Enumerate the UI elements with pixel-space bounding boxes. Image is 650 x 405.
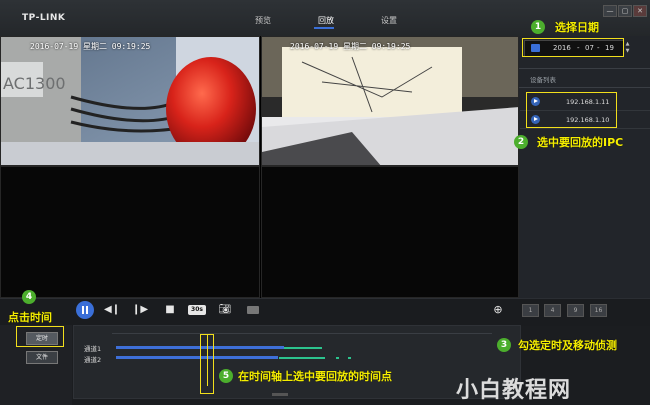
channel-2-motion-mark[interactable] (336, 356, 339, 359)
divider (519, 87, 650, 88)
annotation-5-text: 在时间轴上选中要回放的时间点 (238, 370, 392, 383)
video-cell-3[interactable] (0, 166, 260, 298)
video-cell-2[interactable] (261, 36, 519, 166)
stop-icon[interactable]: ■ (162, 302, 178, 318)
minimize-button[interactable]: — (603, 5, 617, 17)
tab-settings[interactable]: 设置 (381, 15, 397, 26)
channel-1-motion-bar[interactable] (284, 346, 322, 349)
app-logo: TP-LINK (22, 13, 66, 23)
camera-2-image (262, 37, 518, 165)
annotation-1-badge: 1 (531, 20, 545, 34)
video-cell-4[interactable] (261, 166, 519, 298)
channel-1-label: 通道1 (84, 345, 102, 353)
split-1-button[interactable]: 1 (522, 304, 539, 317)
camera-1-image: AC1300 (1, 37, 259, 165)
channel-2-label: 通道2 (84, 356, 102, 364)
timeline-ruler (112, 333, 492, 334)
step-forward-icon[interactable]: ❙▶ (132, 302, 148, 318)
tab-playback[interactable]: 回放 (318, 15, 334, 26)
split-9-button[interactable]: 9 (567, 304, 584, 317)
timeline-scroll-handle[interactable] (272, 393, 288, 396)
camera-snapshot-icon[interactable]: 📷︎ (217, 302, 233, 318)
annotation-1-text: 选择日期 (555, 21, 599, 34)
split-4-button[interactable]: 4 (544, 304, 561, 317)
device-highlight-box (526, 92, 617, 128)
annotation-2-text: 选中要回放的IPC (537, 136, 624, 149)
annotation-3-text: 勾选定时及移动侦测 (518, 339, 617, 352)
date-highlight-box (522, 38, 624, 57)
annotation-4-text: 点击时间 (8, 311, 52, 324)
svg-text:AC1300: AC1300 (3, 74, 66, 93)
annotation-5-badge: 5 (219, 369, 233, 383)
watermark-text: 小白教程网 (456, 378, 572, 403)
folder-icon[interactable] (247, 306, 259, 314)
file-button[interactable]: 文件 (26, 351, 58, 364)
zoom-in-icon[interactable]: ⊕ (490, 302, 506, 318)
pause-button[interactable] (76, 301, 94, 319)
tab-preview[interactable]: 预览 (255, 15, 271, 26)
annotation-3-badge: 3 (497, 338, 511, 352)
timed-highlight-box (16, 326, 64, 347)
divider (519, 68, 650, 69)
timeline-panel[interactable] (73, 325, 521, 399)
cell-2-timestamp: 2016-07-19 星期二 09:19:25 (290, 42, 411, 51)
close-button[interactable]: ✕ (633, 5, 647, 17)
channel-2-motion-mark[interactable] (348, 356, 351, 359)
active-tab-indicator (314, 27, 334, 29)
split-16-button[interactable]: 16 (590, 304, 607, 317)
restore-button[interactable]: ▢ (618, 5, 632, 17)
channel-2-motion-bar[interactable] (279, 356, 325, 359)
channel-2-record-bar[interactable] (116, 356, 278, 359)
date-spin-arrows-icon[interactable]: ▲ ▼ (624, 41, 631, 55)
annotation-2-badge: 2 (514, 135, 528, 149)
step-back-icon[interactable]: ◀❙ (104, 302, 120, 318)
time-cursor-highlight-box (200, 334, 214, 394)
annotation-4-badge: 4 (22, 290, 36, 304)
device-list-title: 设备列表 (530, 76, 556, 84)
video-cell-1[interactable]: AC1300 (0, 36, 260, 166)
cell-1-timestamp: 2016-07-19 星期二 09:19:25 (30, 42, 151, 51)
speed-button[interactable]: 30s (188, 305, 206, 315)
